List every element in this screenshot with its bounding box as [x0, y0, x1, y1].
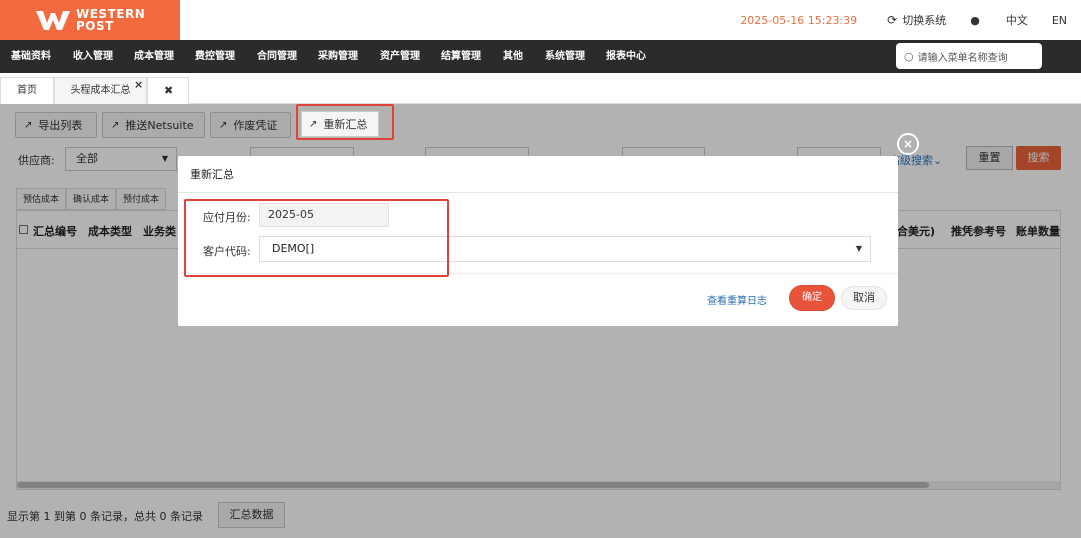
menu-search-placeholder: 请输入菜单名称查询: [917, 52, 1008, 64]
brand-name: WESTERN POST: [76, 8, 145, 32]
nav-item-basic[interactable]: 基础资料: [11, 40, 51, 73]
brand-logo[interactable]: WESTERN POST: [0, 0, 180, 40]
nav-item-settlement[interactable]: 结算管理: [441, 40, 481, 73]
nav-item-system[interactable]: 系统管理: [545, 40, 585, 73]
menu-search-input[interactable]: ○ 请输入菜单名称查询: [896, 43, 1042, 69]
close-all-icon[interactable]: ✖: [164, 78, 173, 104]
page-tabs: 首页 头程成本汇总 × ✖: [0, 73, 1081, 104]
dialog-title: 重新汇总: [178, 156, 898, 193]
tab-home-label: 首页: [17, 85, 37, 96]
highlight-box-button: [296, 104, 394, 140]
header-right: 2025-05-16 15:23:39 ⟳ 切换系统 ● 中文 EN: [740, 0, 1081, 40]
lang-en-button[interactable]: EN: [1052, 14, 1067, 27]
nav-item-asset[interactable]: 资产管理: [380, 40, 420, 73]
confirm-button[interactable]: 确定: [790, 286, 834, 310]
nav-item-contract[interactable]: 合同管理: [257, 40, 297, 73]
switch-system-button[interactable]: ⟳ 切换系统: [887, 12, 946, 28]
close-icon[interactable]: ×: [897, 133, 919, 155]
nav-item-cost[interactable]: 成本管理: [134, 40, 174, 73]
search-icon: ○: [904, 49, 914, 63]
highlight-box-form: [184, 199, 449, 277]
nav-item-other[interactable]: 其他: [503, 40, 523, 73]
nav-item-income[interactable]: 收入管理: [73, 40, 113, 73]
nav-item-purchase[interactable]: 采购管理: [318, 40, 358, 73]
nav-item-expense[interactable]: 费控管理: [195, 40, 235, 73]
logo-w-icon: [36, 8, 70, 32]
nav-item-report[interactable]: 报表中心: [606, 40, 646, 73]
main-nav: 基础资料 收入管理 成本管理 费控管理 合同管理 采购管理 资产管理 结算管理 …: [0, 40, 1081, 73]
tab-home[interactable]: 首页: [0, 77, 54, 104]
lang-cn-button[interactable]: 中文: [1006, 12, 1028, 28]
switch-system-label: 切换系统: [902, 14, 947, 27]
brand-line2: POST: [76, 19, 114, 33]
refresh-icon: ⟳: [887, 13, 898, 27]
cancel-button[interactable]: 取消: [841, 286, 887, 310]
tab-close-all[interactable]: ✖: [147, 77, 189, 104]
user-icon[interactable]: ●: [970, 14, 980, 27]
tab-close-icon[interactable]: ×: [134, 72, 143, 98]
top-header: WESTERN POST 2025-05-16 15:23:39 ⟳ 切换系统 …: [0, 0, 1081, 40]
view-recalc-log-link[interactable]: 查看重算日志: [707, 292, 767, 307]
tab-cost-summary-label: 头程成本汇总: [70, 85, 131, 96]
current-datetime: 2025-05-16 15:23:39: [740, 13, 858, 27]
tab-cost-summary[interactable]: 头程成本汇总 ×: [54, 77, 147, 104]
chevron-down-icon: ▼: [855, 244, 862, 253]
